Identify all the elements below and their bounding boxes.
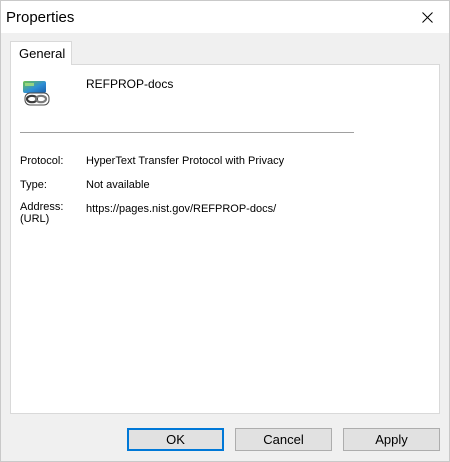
close-icon bbox=[421, 11, 433, 23]
tab-general-label: General bbox=[19, 46, 66, 61]
type-value: Not available bbox=[86, 179, 150, 191]
protocol-label: Protocol: bbox=[20, 155, 64, 167]
divider bbox=[20, 132, 354, 133]
address-value[interactable]: https://pages.nist.gov/REFPROP-docs/ bbox=[86, 203, 276, 215]
tab-general[interactable]: General bbox=[10, 41, 72, 65]
protocol-value: HyperText Transfer Protocol with Privacy bbox=[86, 155, 285, 167]
cancel-button[interactable]: Cancel bbox=[235, 428, 332, 451]
dialog-title: Properties bbox=[6, 9, 75, 26]
internet-shortcut-link-icon bbox=[22, 80, 52, 106]
apply-button[interactable]: Apply bbox=[343, 428, 440, 451]
type-label: Type: bbox=[20, 179, 47, 191]
ok-button[interactable]: OK bbox=[127, 428, 224, 451]
properties-dialog: Properties General REFPROP-docs Protocol… bbox=[0, 0, 450, 462]
address-label: Address: bbox=[20, 201, 64, 213]
shortcut-name[interactable]: REFPROP-docs bbox=[86, 77, 173, 91]
title-bar[interactable]: Properties bbox=[1, 1, 449, 33]
close-button[interactable] bbox=[405, 1, 449, 33]
general-tab-panel: REFPROP-docs Protocol: HyperText Transfe… bbox=[10, 64, 440, 414]
address-url-label: (URL) bbox=[20, 213, 50, 225]
